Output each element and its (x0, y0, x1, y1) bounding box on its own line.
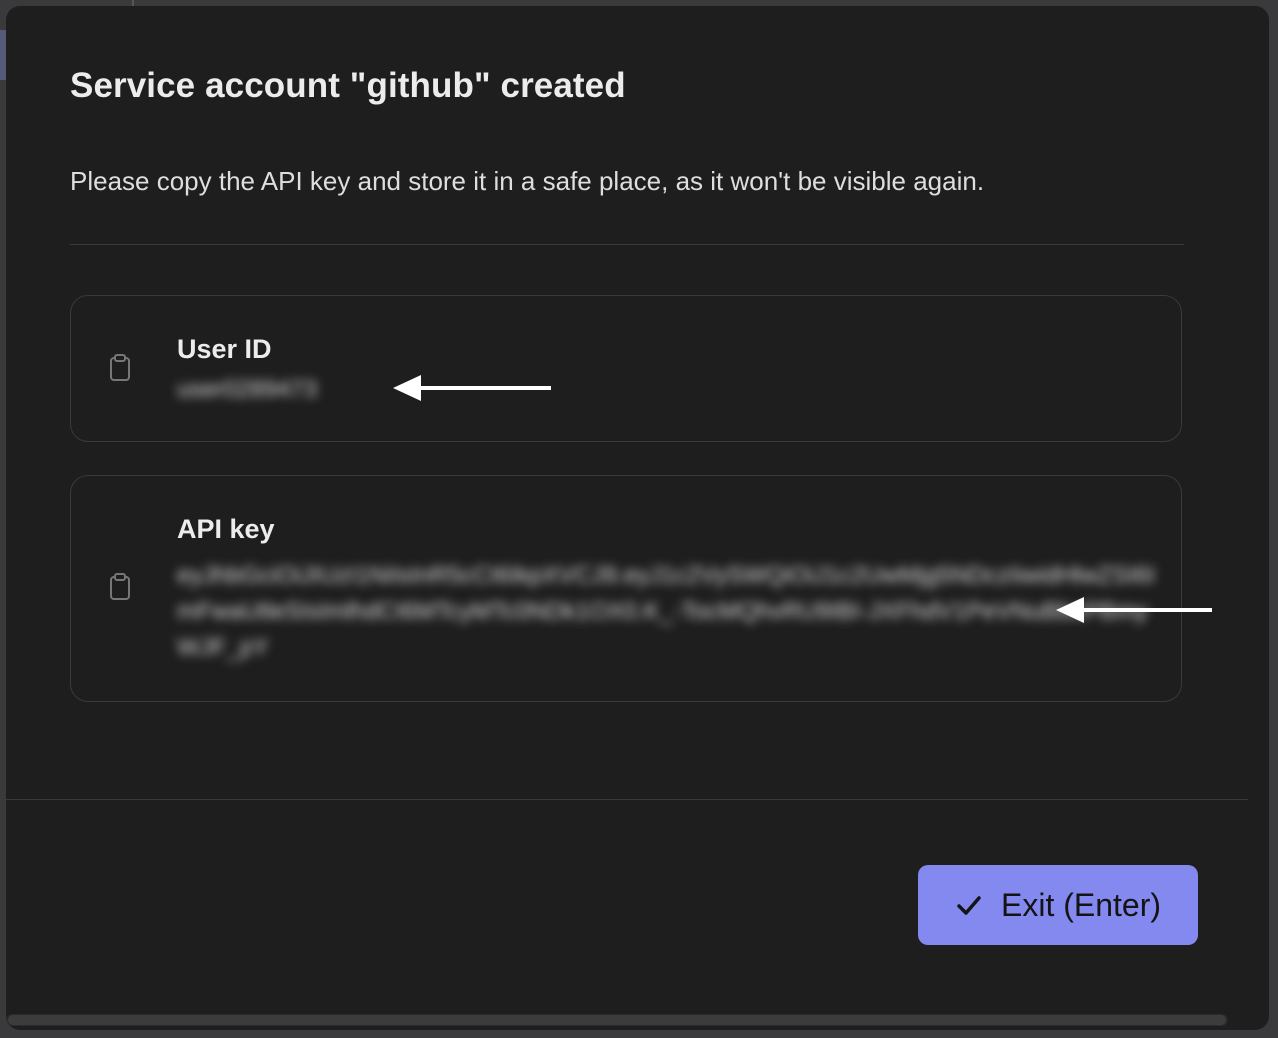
header-divider (70, 244, 1184, 245)
arrow-left-icon (1056, 597, 1212, 623)
user-id-value[interactable]: user0289473 (177, 376, 317, 404)
dialog-title: Service account "github" created (70, 66, 626, 105)
user-id-card: User ID user0289473 (70, 295, 1182, 442)
clipboard-icon[interactable] (105, 353, 135, 383)
scrollbar-thumb[interactable] (8, 1015, 1226, 1025)
horizontal-scrollbar[interactable] (6, 1014, 1228, 1026)
footer-divider (6, 799, 1248, 800)
clipboard-icon[interactable] (105, 572, 135, 602)
dialog-description: Please copy the API key and store it in … (70, 166, 985, 196)
exit-button-label: Exit (Enter) (1000, 886, 1162, 923)
arrow-left-icon (393, 375, 551, 401)
exit-button[interactable]: Exit (Enter) (918, 865, 1198, 945)
check-icon (957, 896, 981, 915)
api-key-label: API key (177, 514, 275, 544)
user-id-label: User ID (177, 334, 272, 364)
service-account-created-dialog: Service account "github" created Please … (6, 6, 1269, 1030)
api-key-value[interactable]: eyJhbGciOiJIUzI1NiIsInR5cCI6IkpXVCJ9.eyJ… (177, 558, 1157, 666)
api-key-card: API key eyJhbGciOiJIUzI1NiIsInR5cCI6IkpX… (70, 475, 1182, 702)
